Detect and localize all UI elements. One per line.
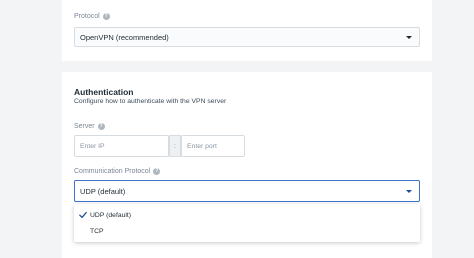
checkmark-icon [79,211,87,219]
server-label-row: Server ? [74,123,105,130]
protocol-label: Protocol [74,13,100,20]
server-help-icon[interactable]: ? [97,123,105,130]
server-port-input[interactable] [181,135,245,157]
communication-protocol-help-icon[interactable]: ? [153,168,161,175]
protocol-label-row: Protocol ? [74,13,110,20]
communication-protocol-dropdown: UDP (default) TCP [74,204,420,242]
communication-protocol-label-row: Communication Protocol ? [74,168,161,175]
protocol-card: Protocol ? OpenVPN (recommended) [62,0,432,61]
communication-protocol-label: Communication Protocol [74,168,151,175]
server-label: Server [74,123,95,130]
dropdown-option-label: UDP (default) [90,211,132,219]
server-ip-input[interactable] [74,135,169,157]
communication-protocol-select-value: UDP (default) [80,186,126,196]
authentication-description: Configure how to authenticate with the V… [74,98,227,105]
dropdown-option-label: TCP [90,227,104,235]
authentication-title: Authentication [74,87,134,97]
dropdown-option-tcp[interactable]: TCP [74,223,420,239]
dropdown-option-udp[interactable]: UDP (default) [74,207,420,223]
communication-protocol-select[interactable]: UDP (default) [74,180,420,202]
chevron-down-icon [406,35,412,39]
chevron-down-icon [406,189,412,193]
protocol-help-icon[interactable]: ? [102,13,110,20]
server-port-separator: : [169,135,181,157]
protocol-select-value: OpenVPN (recommended) [80,32,169,42]
protocol-select[interactable]: OpenVPN (recommended) [74,27,420,47]
